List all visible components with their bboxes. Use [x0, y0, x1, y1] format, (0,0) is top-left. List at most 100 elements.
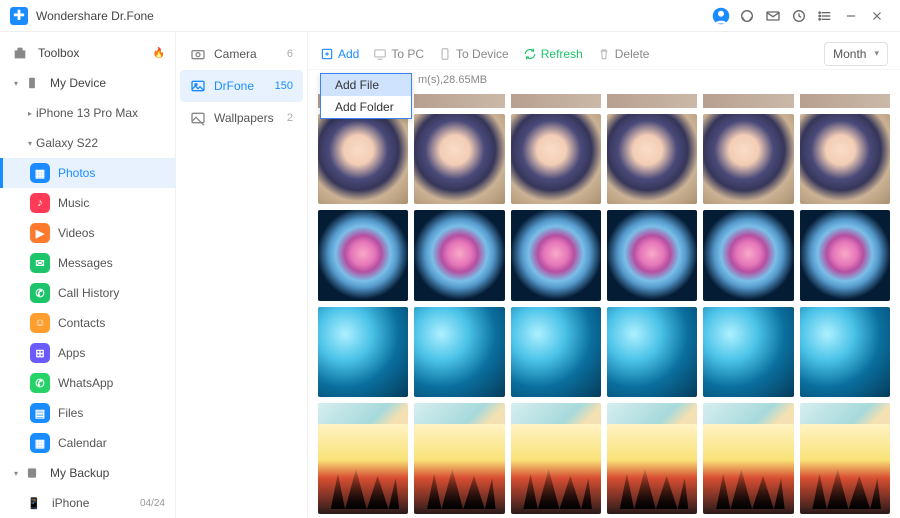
- photo-thumb[interactable]: [414, 424, 504, 514]
- backup-label: iPhone: [52, 496, 140, 510]
- photo-thumb[interactable]: [511, 424, 601, 514]
- device-label: iPhone 13 Pro Max: [36, 106, 165, 120]
- chevron-down-icon: ▾: [874, 48, 879, 59]
- sidebar-item-calendar[interactable]: ▦ Calendar: [0, 428, 175, 458]
- photo-thumb[interactable]: [607, 307, 697, 397]
- whatsapp-icon: ✆: [30, 373, 50, 393]
- chevron-down-icon: ▾: [10, 79, 22, 88]
- range-label: Month: [833, 47, 866, 61]
- photo-thumb[interactable]: [414, 114, 504, 204]
- photos-icon: ▦: [30, 163, 50, 183]
- add-file-option[interactable]: Add File: [321, 74, 411, 96]
- add-label: Add: [338, 47, 359, 61]
- category-wallpapers[interactable]: Wallpapers 2: [180, 102, 303, 134]
- todevice-button[interactable]: To Device: [438, 47, 509, 61]
- photo-thumb[interactable]: [607, 114, 697, 204]
- sidebar-item-files[interactable]: ▤ Files: [0, 398, 175, 428]
- todevice-label: To Device: [456, 47, 509, 61]
- backup-date: 04/24: [140, 498, 165, 509]
- photo-thumb[interactable]: [607, 424, 697, 514]
- device-label: Galaxy S22: [36, 136, 165, 150]
- refresh-label: Refresh: [541, 47, 583, 61]
- category-drfone[interactable]: DrFone 150: [180, 70, 303, 102]
- chevron-down-icon: ▾: [10, 469, 22, 478]
- range-select[interactable]: Month ▾: [824, 42, 888, 66]
- sidebar-item-label: Files: [58, 406, 165, 420]
- add-button[interactable]: Add: [320, 47, 359, 61]
- videos-icon: ▶: [30, 223, 50, 243]
- sidebar-item-label: Music: [58, 196, 165, 210]
- sidebar-item-videos[interactable]: ▶ Videos: [0, 218, 175, 248]
- apps-icon: ⊞: [30, 343, 50, 363]
- close-button[interactable]: [864, 3, 890, 29]
- mybackup-label: My Backup: [50, 466, 165, 480]
- files-icon: ▤: [30, 403, 50, 423]
- history-icon[interactable]: [786, 3, 812, 29]
- toolbox-icon: [10, 43, 30, 63]
- sidebar-item-photos[interactable]: ▦ Photos: [0, 158, 175, 188]
- sidebar-backup-iphone[interactable]: 📱 iPhone 04/24: [0, 488, 175, 518]
- category-camera[interactable]: Camera 6: [180, 38, 303, 70]
- photo-thumb[interactable]: [318, 307, 408, 397]
- sidebar-item-contacts[interactable]: ☺ Contacts: [0, 308, 175, 338]
- photo-thumb[interactable]: [800, 210, 890, 300]
- chevron-right-icon: ▸: [24, 109, 36, 118]
- image-icon: [190, 110, 206, 126]
- sidebar-mydevice[interactable]: ▾ My Device: [0, 68, 175, 98]
- refresh-button[interactable]: Refresh: [523, 47, 583, 61]
- backup-icon: [22, 463, 42, 483]
- photo-thumb[interactable]: [800, 307, 890, 397]
- topc-button[interactable]: To PC: [373, 47, 424, 61]
- sidebar-item-label: Apps: [58, 346, 165, 360]
- photo-thumb[interactable]: [414, 307, 504, 397]
- category-count: 6: [287, 48, 293, 60]
- sidebar-device-iphone13[interactable]: ▸ iPhone 13 Pro Max: [0, 98, 175, 128]
- photo-thumb[interactable]: [703, 114, 793, 204]
- list-icon[interactable]: [812, 3, 838, 29]
- app-title: Wondershare Dr.Fone: [36, 9, 154, 23]
- mail-icon[interactable]: [760, 3, 786, 29]
- photo-thumb[interactable]: [511, 114, 601, 204]
- topc-label: To PC: [391, 47, 424, 61]
- photo-thumb[interactable]: [511, 307, 601, 397]
- phone-icon: 📱: [24, 493, 44, 513]
- photo-thumb[interactable]: [318, 114, 408, 204]
- category-count: 2: [287, 112, 293, 124]
- sidebar-item-apps[interactable]: ⊞ Apps: [0, 338, 175, 368]
- calendar-icon: ▦: [30, 433, 50, 453]
- mydevice-label: My Device: [50, 76, 165, 90]
- category-label: Wallpapers: [214, 111, 287, 125]
- sidebar-item-whatsapp[interactable]: ✆ WhatsApp: [0, 368, 175, 398]
- camera-icon: [190, 46, 206, 62]
- sidebar-item-label: Videos: [58, 226, 165, 240]
- photo-thumb[interactable]: [414, 210, 504, 300]
- category-label: Camera: [214, 47, 287, 61]
- photo-thumb[interactable]: [800, 114, 890, 204]
- sidebar-item-messages[interactable]: ✉ Messages: [0, 248, 175, 278]
- add-folder-option[interactable]: Add Folder: [321, 96, 411, 118]
- sidebar-mybackup[interactable]: ▾ My Backup: [0, 458, 175, 488]
- photo-thumb[interactable]: [318, 424, 408, 514]
- delete-button[interactable]: Delete: [597, 47, 650, 61]
- minimize-button[interactable]: [838, 3, 864, 29]
- sidebar-item-label: Messages: [58, 256, 165, 270]
- photo-thumb[interactable]: [511, 210, 601, 300]
- hot-icon: 🔥: [153, 48, 165, 59]
- account-icon[interactable]: [708, 3, 734, 29]
- photo-thumb[interactable]: [703, 307, 793, 397]
- sidebar-item-label: Call History: [58, 286, 165, 300]
- category-label: DrFone: [214, 79, 275, 93]
- sidebar-item-callhistory[interactable]: ✆ Call History: [0, 278, 175, 308]
- photo-thumb[interactable]: [703, 210, 793, 300]
- photo-thumb[interactable]: [800, 424, 890, 514]
- photo-thumb[interactable]: [607, 210, 697, 300]
- photo-thumb[interactable]: [318, 210, 408, 300]
- category-count: 150: [275, 80, 293, 92]
- sidebar-item-music[interactable]: ♪ Music: [0, 188, 175, 218]
- sidebar-device-galaxys22[interactable]: ▾ Galaxy S22: [0, 128, 175, 158]
- contacts-icon: ☺: [30, 313, 50, 333]
- toolbar: Add Add File Add Folder To PC To Device …: [308, 38, 900, 70]
- sidebar-toolbox[interactable]: Toolbox 🔥: [0, 38, 175, 68]
- photo-thumb[interactable]: [703, 424, 793, 514]
- support-icon[interactable]: [734, 3, 760, 29]
